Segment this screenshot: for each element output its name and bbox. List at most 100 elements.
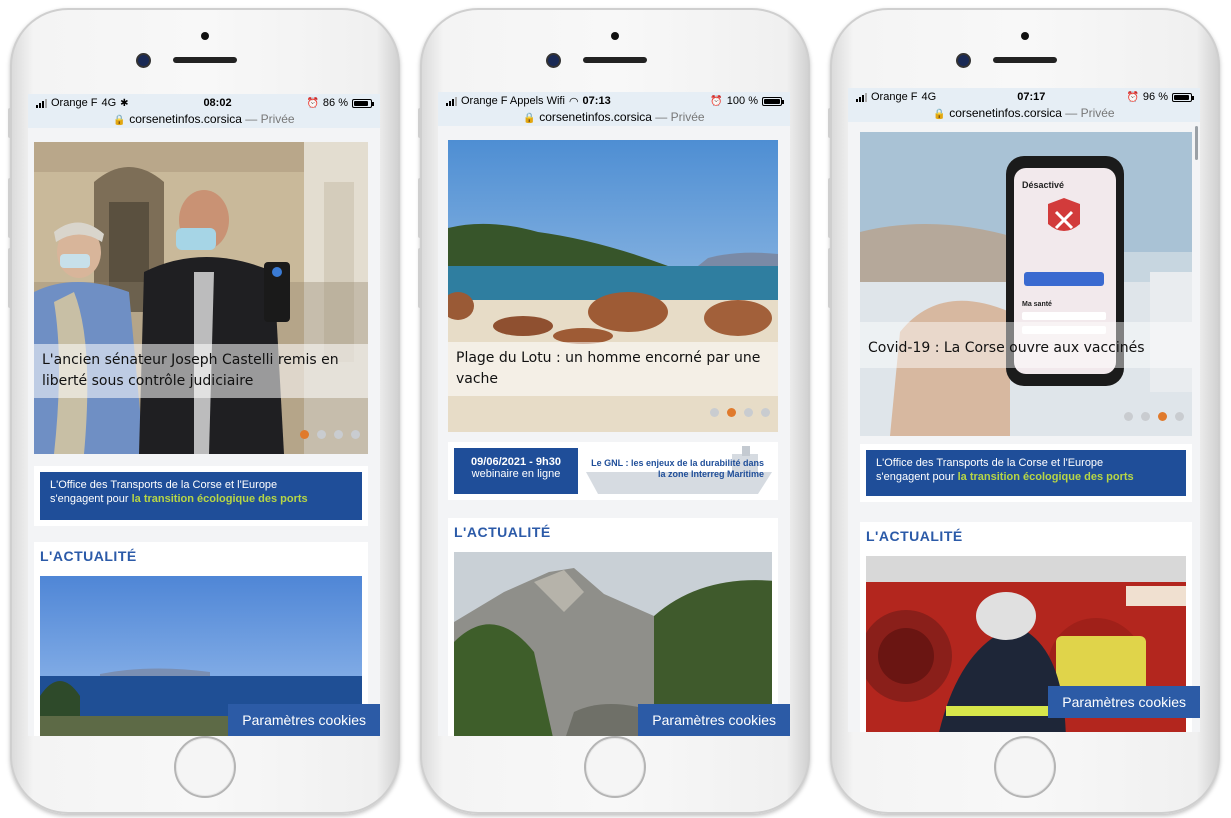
clock: 07:17 [1017,91,1046,103]
private-label: — Privée [655,110,705,124]
carrier-label: Orange F [51,97,98,109]
slide-photo-pass-sanitaire: Désactivé Ma santé [860,132,1192,436]
proximity-sensor [611,32,619,40]
news-slider[interactable]: Désactivé Ma santé Covid-19 : La Corse o… [860,132,1192,436]
volume-up-button [828,178,832,238]
banner-prefix: s'engagent pour [876,471,958,483]
battery-percent: 86 % [322,97,348,109]
phone-frame-1: Orange F 4G ✱ 08:02 ⏰ 86 % 🔒 corsenetinf… [8,8,400,814]
slider-dot[interactable] [300,430,309,439]
signal-icon [36,98,47,108]
alarm-icon: ⏰ [1126,91,1139,103]
screen: Orange F 4G ✱ 08:02 ⏰ 86 % 🔒 corsenetinf… [28,94,380,736]
front-camera [136,53,151,68]
slide-photo-courthouse [34,142,368,454]
news-slider[interactable]: Plage du Lotu : un homme encorné par une… [448,140,778,432]
private-label: — Privée [245,112,295,126]
status-bar: Orange F 4G ✱ 08:02 ⏰ 86 % [28,94,380,112]
front-camera [956,53,971,68]
address-bar[interactable]: 🔒 corsenetinfos.corsica — Privée [848,106,1200,122]
cookie-settings-button[interactable]: Paramètres cookies [1048,686,1200,718]
slider-dot[interactable] [761,408,770,417]
url-domain: corsenetinfos.corsica [539,110,652,124]
cookie-settings-button[interactable]: Paramètres cookies [228,704,380,736]
address-bar[interactable]: 🔒 corsenetinfos.corsica — Privée [28,112,380,128]
proximity-sensor [1021,32,1029,40]
earpiece-speaker [993,57,1057,63]
earpiece-speaker [583,57,647,63]
otc-ad-banner[interactable]: L'Office des Transports de la Corse et l… [866,450,1186,496]
webinar-subtitle: webinaire en ligne [471,468,561,480]
volume-down-button [828,248,832,308]
banner-line-1: L'Office des Transports de la Corse et l… [876,457,1104,469]
webinar-date-box: 09/06/2021 - 9h30 webinaire en ligne [454,448,578,494]
activity-icon: ✱ [120,97,129,109]
battery-percent: 96 % [1142,91,1168,103]
cookie-settings-button[interactable]: Paramètres cookies [638,704,790,736]
section-title: L'ACTUALITÉ [866,528,963,544]
front-camera [546,53,561,68]
clock: 07:13 [582,95,611,107]
battery-icon [1171,92,1194,102]
page-content: L'ancien sénateur Joseph Castelli remis … [28,128,380,736]
slider-dots [1124,412,1184,421]
section-title: L'ACTUALITÉ [40,548,137,564]
slider-dot[interactable] [1141,412,1150,421]
home-button[interactable] [994,736,1056,798]
volume-up-button [8,178,12,238]
section-title: L'ACTUALITÉ [454,524,551,540]
home-button[interactable] [174,736,236,798]
slide-caption[interactable]: Covid-19 : La Corse ouvre aux vaccinés [860,332,1192,365]
slider-dot[interactable] [317,430,326,439]
screen: Orange F 4G 07:17 ⏰ 96 % 🔒 corsenetinfos… [848,88,1200,732]
wifi-icon: ◠ [568,95,579,108]
phone-screen-title: Désactivé [1022,180,1064,190]
earpiece-speaker [173,57,237,63]
page-scrollbar[interactable] [1195,126,1198,160]
slider-dots [300,430,360,439]
private-label: — Privée [1065,106,1115,120]
carrier-label: Orange F [871,91,918,103]
status-bar: Orange F 4G 07:17 ⏰ 96 % [848,88,1200,106]
home-button[interactable] [584,736,646,798]
phone-frame-3: Orange F 4G 07:17 ⏰ 96 % 🔒 corsenetinfos… [828,8,1220,814]
signal-icon [446,96,457,106]
slider-dot[interactable] [334,430,343,439]
slide-caption[interactable]: L'ancien sénateur Joseph Castelli remis … [34,344,368,398]
banner-highlight: la transition écologique des ports [131,493,308,505]
phone-frame-2: Orange F Appels Wifi ◠ 07:13 ⏰ 100 % 🔒 c… [418,8,810,814]
clock: 08:02 [203,97,232,109]
otc-ad-banner[interactable]: L'Office des Transports de la Corse et l… [40,472,362,520]
page-content: Plage du Lotu : un homme encorné par une… [438,126,790,736]
slider-dot[interactable] [351,430,360,439]
volume-down-button [418,248,422,308]
banner-prefix: s'engagent pour [50,493,132,505]
proximity-sensor [201,32,209,40]
address-bar[interactable]: 🔒 corsenetinfos.corsica — Privée [438,110,790,126]
mute-switch [828,108,832,138]
volume-up-button [418,178,422,238]
screen: Orange F Appels Wifi ◠ 07:13 ⏰ 100 % 🔒 c… [438,92,790,736]
webinar-title: Le GNL : les enjeux de la durabilité dan… [591,458,764,479]
battery-icon [352,98,374,108]
volume-down-button [8,248,12,308]
ad-banner-container: L'Office des Transports de la Corse et l… [34,466,368,526]
battery-percent: 100 % [726,95,758,107]
slider-dot[interactable] [1124,412,1133,421]
webinar-ad-banner[interactable]: 09/06/2021 - 9h30 webinaire en ligne Le … [448,442,778,500]
slider-dot[interactable] [1158,412,1167,421]
url-domain: corsenetinfos.corsica [949,106,1062,120]
news-slider[interactable]: L'ancien sénateur Joseph Castelli remis … [34,142,368,454]
slider-dot[interactable] [710,408,719,417]
lock-icon: 🔒 [933,109,946,120]
slider-dot[interactable] [727,408,736,417]
slider-dot[interactable] [744,408,753,417]
slide-caption[interactable]: Plage du Lotu : un homme encorné par une… [448,342,778,396]
banner-line-2: s'engagent pour la transition écologique… [876,470,1176,484]
lock-icon: 🔒 [113,115,126,126]
carrier-label: Orange F Appels Wifi [461,95,565,107]
slider-dot[interactable] [1175,412,1184,421]
network-label: 4G [101,97,117,109]
slider-dots [710,408,770,417]
status-bar: Orange F Appels Wifi ◠ 07:13 ⏰ 100 % [438,92,790,110]
